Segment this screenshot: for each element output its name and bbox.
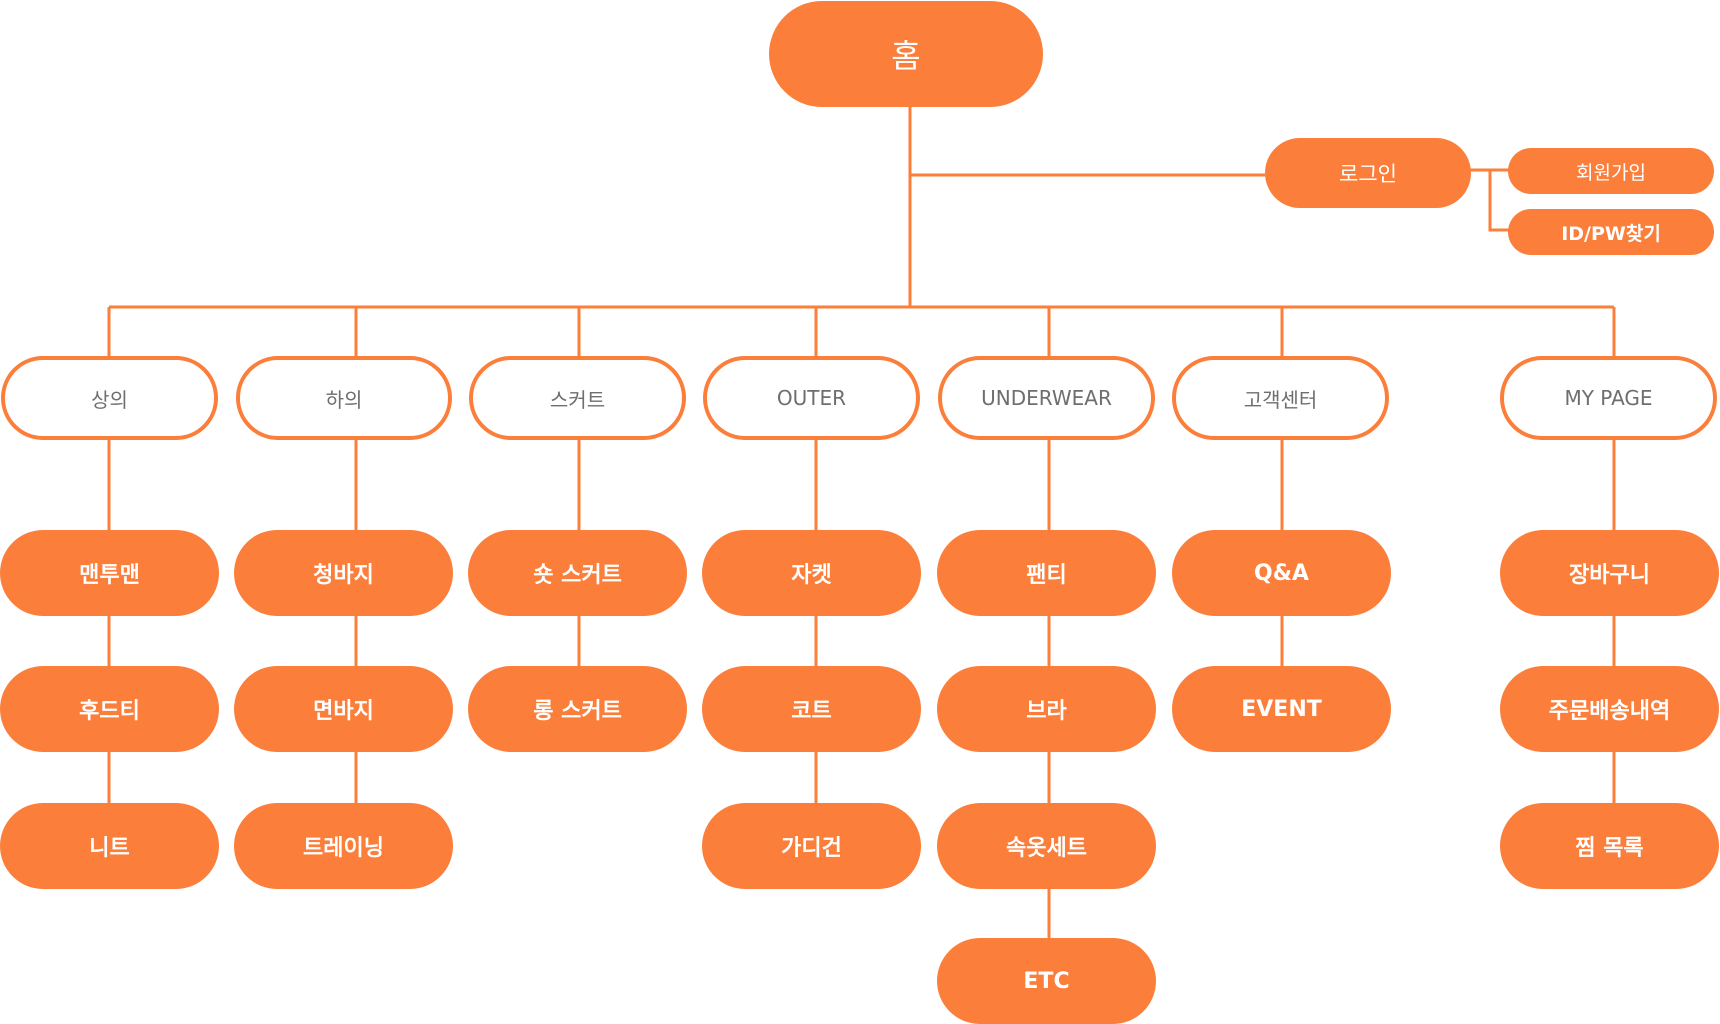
node-label: 회원가입 xyxy=(1576,161,1646,184)
node-event[interactable]: EVENT xyxy=(1172,666,1391,752)
node-cotton-pants[interactable]: 면바지 xyxy=(234,666,453,752)
node-label: EVENT xyxy=(1241,696,1322,722)
node-label: 홈 xyxy=(891,37,921,75)
node-coat[interactable]: 코트 xyxy=(702,666,921,752)
category-node-bottom[interactable]: 하의 xyxy=(236,356,452,440)
node-label: 롱 스커트 xyxy=(533,699,622,724)
node-label: 주문배송내역 xyxy=(1548,699,1671,724)
node-label: OUTER xyxy=(776,386,847,410)
node-find-id-pw[interactable]: ID/PW찾기 xyxy=(1508,209,1714,255)
node-label: 팬티 xyxy=(1026,563,1067,588)
node-knit[interactable]: 니트 xyxy=(0,803,219,889)
node-label: 트레이닝 xyxy=(303,836,384,861)
category-node-top[interactable]: 상의 xyxy=(1,356,218,440)
node-short-skirt[interactable]: 숏 스커트 xyxy=(468,530,687,616)
node-label: 맨투맨 xyxy=(79,563,140,588)
node-jeans[interactable]: 청바지 xyxy=(234,530,453,616)
node-label: UNDERWEAR xyxy=(981,386,1112,410)
node-label: 속옷세트 xyxy=(1006,836,1087,861)
category-node-outer[interactable]: OUTER xyxy=(703,356,920,440)
node-label: 하의 xyxy=(325,387,363,412)
category-node-underwear[interactable]: UNDERWEAR xyxy=(938,356,1155,440)
category-node-skirt[interactable]: 스커트 xyxy=(469,356,686,440)
node-sweatshirt[interactable]: 맨투맨 xyxy=(0,530,219,616)
node-label: 상의 xyxy=(91,387,128,412)
connector-line xyxy=(1488,170,1510,232)
sitemap-diagram: 홈 로그인 회원가입 ID/PW찾기 상의 하의 스커트 OUTER UNDER… xyxy=(0,0,1720,1024)
node-label: 고객센터 xyxy=(1243,387,1318,412)
node-label: 장바구니 xyxy=(1569,563,1650,588)
node-label: 스커트 xyxy=(549,387,606,412)
node-bra[interactable]: 브라 xyxy=(937,666,1156,752)
node-label: 니트 xyxy=(89,836,130,861)
node-label: 면바지 xyxy=(313,699,374,724)
node-label: 자켓 xyxy=(791,563,832,588)
node-signup[interactable]: 회원가입 xyxy=(1508,148,1714,194)
node-label: ETC xyxy=(1023,968,1070,994)
node-long-skirt[interactable]: 롱 스커트 xyxy=(468,666,687,752)
node-panties[interactable]: 팬티 xyxy=(937,530,1156,616)
node-training[interactable]: 트레이닝 xyxy=(234,803,453,889)
node-label: 가디건 xyxy=(781,836,842,861)
node-label: ID/PW찾기 xyxy=(1561,222,1661,245)
node-hoodie[interactable]: 후드티 xyxy=(0,666,219,752)
node-login[interactable]: 로그인 xyxy=(1265,138,1471,208)
node-jacket[interactable]: 자켓 xyxy=(702,530,921,616)
node-order-history[interactable]: 주문배송내역 xyxy=(1500,666,1719,752)
node-label: 청바지 xyxy=(313,563,374,588)
node-label: 코트 xyxy=(791,699,832,724)
node-label: 찜 목록 xyxy=(1575,836,1644,861)
node-label: 로그인 xyxy=(1339,162,1397,186)
node-label: 브라 xyxy=(1026,699,1067,724)
node-cardigan[interactable]: 가디건 xyxy=(702,803,921,889)
category-node-my-page[interactable]: MY PAGE xyxy=(1500,356,1717,440)
node-etc[interactable]: ETC xyxy=(937,938,1156,1024)
node-underwear-set[interactable]: 속옷세트 xyxy=(937,803,1156,889)
node-qna[interactable]: Q&A xyxy=(1172,530,1391,616)
node-cart[interactable]: 장바구니 xyxy=(1500,530,1719,616)
root-node-home[interactable]: 홈 xyxy=(769,1,1043,107)
category-node-customer-center[interactable]: 고객센터 xyxy=(1172,356,1389,440)
node-label: 숏 스커트 xyxy=(533,563,622,588)
node-wishlist[interactable]: 찜 목록 xyxy=(1500,803,1719,889)
node-label: MY PAGE xyxy=(1564,386,1653,410)
node-label: Q&A xyxy=(1254,560,1309,586)
node-label: 후드티 xyxy=(79,699,140,724)
